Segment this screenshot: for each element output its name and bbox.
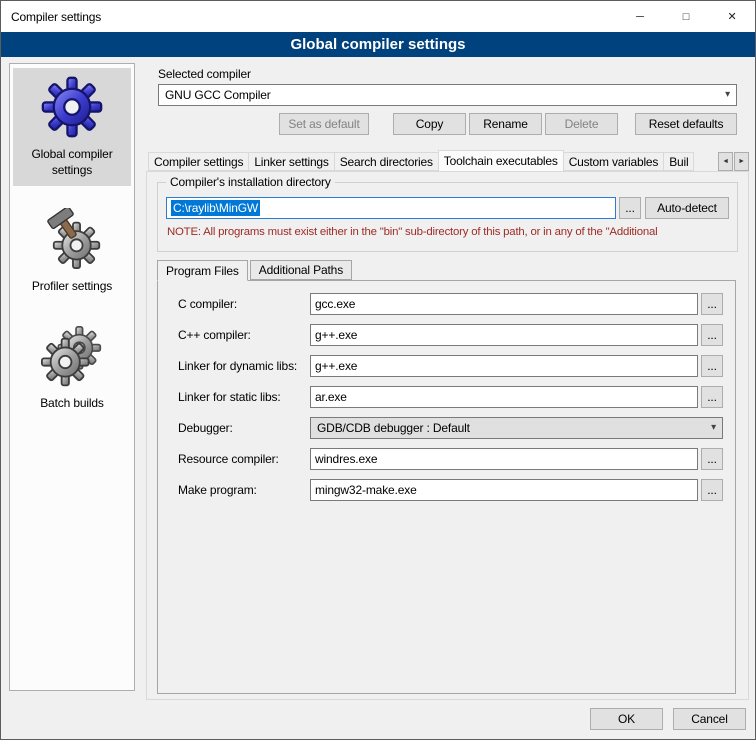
delete-button: Delete: [545, 113, 618, 135]
chevron-down-icon: ▾: [711, 423, 716, 433]
subtab-program-files[interactable]: Program Files: [157, 260, 248, 281]
sidebar-item-batch-builds[interactable]: Batch builds: [13, 317, 131, 420]
program-files-panel: C compiler: ... C++ compiler: ... Linker…: [157, 280, 736, 694]
ok-button[interactable]: OK: [590, 708, 663, 730]
page-title: Global compiler settings: [1, 32, 755, 57]
compiler-button-row: Set as default Copy Rename Delete Reset …: [146, 113, 737, 135]
selected-compiler-value: GNU GCC Compiler: [165, 88, 271, 102]
installation-directory-groupbox: Compiler's installation directory C:\ray…: [157, 182, 738, 252]
field-label: Resource compiler:: [178, 452, 310, 466]
profiler-icon: [41, 208, 103, 270]
tab-search-directories[interactable]: Search directories: [334, 152, 439, 171]
field-row-dynamic-linker: Linker for dynamic libs: ...: [178, 355, 723, 377]
compiler-settings-window: Compiler settings ─ □ ✕ Global compiler …: [0, 0, 756, 740]
batch-builds-icon: [41, 325, 103, 387]
tab-linker-settings[interactable]: Linker settings: [248, 152, 334, 171]
field-row-static-linker: Linker for static libs: ...: [178, 386, 723, 408]
installation-directory-row: C:\raylib\MinGW ... Auto-detect: [166, 197, 729, 219]
field-label: Linker for dynamic libs:: [178, 359, 310, 373]
program-subtabs: Program Files Additional Paths: [157, 260, 748, 280]
settings-tabstrip: Compiler settings Linker settings Search…: [148, 149, 749, 171]
tab-scroll-right-icon[interactable]: ►: [734, 152, 749, 171]
field-row-make-program: Make program: ...: [178, 479, 723, 501]
sidebar-item-global-compiler-settings[interactable]: Global compiler settings: [13, 68, 131, 186]
tab-scroll-left-icon[interactable]: ◄: [718, 152, 733, 171]
field-row-c-compiler: C compiler: ...: [178, 293, 723, 315]
close-button[interactable]: ✕: [709, 1, 755, 32]
auto-detect-button[interactable]: Auto-detect: [645, 197, 729, 219]
c-compiler-input[interactable]: [310, 293, 698, 315]
resource-compiler-input[interactable]: [310, 448, 698, 470]
browse-directory-button[interactable]: ...: [619, 197, 641, 219]
maximize-button[interactable]: □: [663, 1, 709, 32]
browse-cpp-compiler-button[interactable]: ...: [701, 324, 723, 346]
debugger-value: GDB/CDB debugger : Default: [317, 421, 470, 435]
window-title: Compiler settings: [1, 10, 101, 24]
tab-build-options[interactable]: Buil: [663, 152, 694, 171]
field-label: C++ compiler:: [178, 328, 310, 342]
tab-custom-variables[interactable]: Custom variables: [563, 152, 665, 171]
installation-note: NOTE: All programs must exist either in …: [167, 226, 737, 238]
cancel-button[interactable]: Cancel: [673, 708, 746, 730]
make-program-input[interactable]: [310, 479, 698, 501]
static-linker-input[interactable]: [310, 386, 698, 408]
installation-directory-selected-text: C:\raylib\MinGW: [171, 200, 260, 216]
debugger-combobox[interactable]: GDB/CDB debugger : Default ▾: [310, 417, 723, 439]
field-row-resource-compiler: Resource compiler: ...: [178, 448, 723, 470]
window-controls: ─ □ ✕: [617, 1, 755, 32]
chevron-down-icon: ▾: [725, 90, 730, 100]
field-label: Make program:: [178, 483, 310, 497]
field-label: Linker for static libs:: [178, 390, 310, 404]
tab-compiler-settings[interactable]: Compiler settings: [148, 152, 249, 171]
reset-defaults-button[interactable]: Reset defaults: [635, 113, 737, 135]
installation-directory-input[interactable]: C:\raylib\MinGW: [166, 197, 616, 219]
browse-static-linker-button[interactable]: ...: [701, 386, 723, 408]
sidebar-item-profiler-settings[interactable]: Profiler settings: [13, 200, 131, 303]
cpp-compiler-input[interactable]: [310, 324, 698, 346]
titlebar: Compiler settings ─ □ ✕: [1, 1, 755, 32]
field-label: C compiler:: [178, 297, 310, 311]
sidebar-item-label: Global compiler settings: [15, 147, 129, 178]
browse-dynamic-linker-button[interactable]: ...: [701, 355, 723, 377]
field-label: Debugger:: [178, 421, 310, 435]
browse-c-compiler-button[interactable]: ...: [701, 293, 723, 315]
selected-compiler-label: Selected compiler: [158, 67, 749, 81]
field-row-cpp-compiler: C++ compiler: ...: [178, 324, 723, 346]
dynamic-linker-input[interactable]: [310, 355, 698, 377]
field-row-debugger: Debugger: GDB/CDB debugger : Default ▾: [178, 417, 723, 439]
tab-toolchain-executables[interactable]: Toolchain executables: [438, 150, 564, 171]
selected-compiler-combobox[interactable]: GNU GCC Compiler ▾: [158, 84, 737, 106]
browse-make-program-button[interactable]: ...: [701, 479, 723, 501]
minimize-button[interactable]: ─: [617, 1, 663, 32]
sidebar-item-label: Profiler settings: [32, 279, 112, 295]
browse-resource-compiler-button[interactable]: ...: [701, 448, 723, 470]
tabs-scroller: Compiler settings Linker settings Search…: [148, 150, 717, 171]
installation-directory-label: Compiler's installation directory: [166, 175, 335, 189]
main-panel: Selected compiler GNU GCC Compiler ▾ Set…: [146, 63, 749, 700]
sidebar-item-label: Batch builds: [40, 396, 104, 412]
set-as-default-button: Set as default: [279, 113, 369, 135]
settings-sidebar: Global compiler settings Profiler settin…: [9, 63, 135, 691]
subtab-additional-paths[interactable]: Additional Paths: [250, 260, 352, 280]
copy-button[interactable]: Copy: [393, 113, 466, 135]
gear-icon: [41, 76, 103, 138]
toolchain-executables-page: Compiler's installation directory C:\ray…: [146, 171, 749, 700]
rename-button[interactable]: Rename: [469, 113, 542, 135]
dialog-footer: OK Cancel: [590, 708, 746, 730]
